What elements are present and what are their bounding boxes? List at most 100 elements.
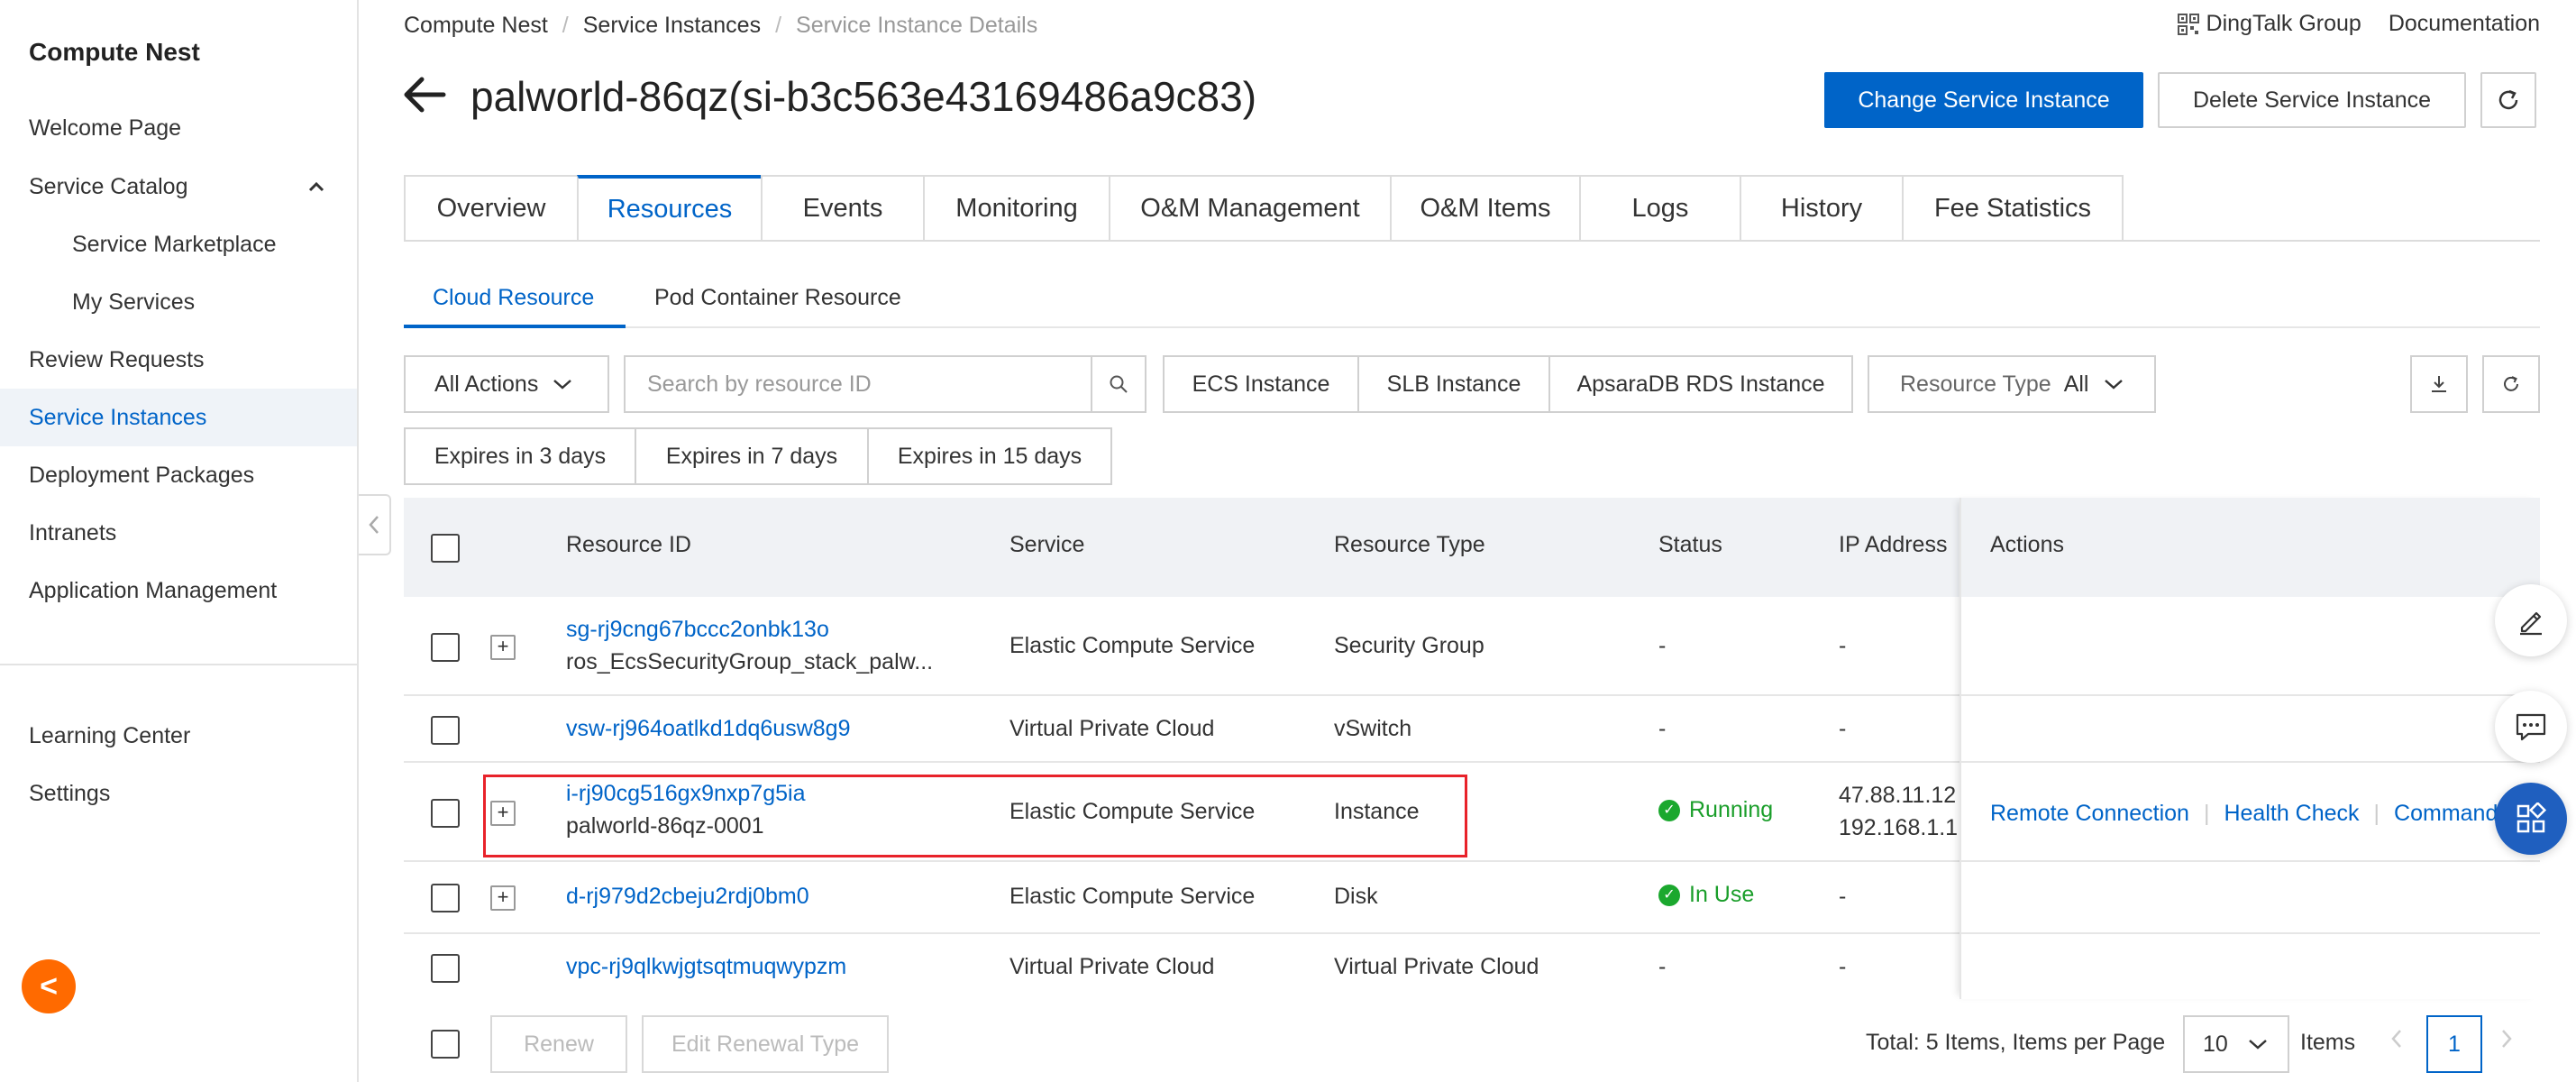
sidebar-item-settings[interactable]: Settings [0, 765, 357, 822]
tab-fee-statistics[interactable]: Fee Statistics [1902, 175, 2124, 242]
sidebar-item-service-marketplace[interactable]: Service Marketplace [0, 215, 357, 273]
collapse-sidebar-button[interactable]: < [22, 959, 76, 1013]
ip-address-cell: - [1839, 633, 1847, 658]
search-input[interactable] [624, 355, 1092, 413]
next-page-button[interactable] [2500, 1026, 2513, 1057]
chat-icon [2516, 713, 2546, 741]
sidebar-item-application-management[interactable]: Application Management [0, 562, 357, 619]
sidebar-item-service-catalog[interactable]: Service Catalog [0, 158, 357, 215]
service-cell: Virtual Private Cloud [1009, 954, 1215, 979]
filter-expires-7-days[interactable]: Expires in 7 days [635, 427, 869, 485]
filter-expires-15-days[interactable]: Expires in 15 days [867, 427, 1112, 485]
row-checkbox[interactable] [431, 633, 460, 662]
row-checkbox[interactable] [431, 799, 460, 828]
tab-om-items[interactable]: O&M Items [1390, 175, 1579, 242]
change-service-instance-button[interactable]: Change Service Instance [1824, 72, 2143, 128]
sidebar-item-service-instances[interactable]: Service Instances [0, 389, 357, 446]
select-all-footer-checkbox[interactable] [431, 1030, 460, 1059]
resource-id-link[interactable]: d-rj979d2cbeju2rdj0bm0 [566, 884, 809, 910]
column-header-service: Service [1009, 532, 1085, 557]
delete-service-instance-button[interactable]: Delete Service Instance [2158, 72, 2466, 128]
sidebar-item-deployment-packages[interactable]: Deployment Packages [0, 446, 357, 504]
filter-expires-3-days[interactable]: Expires in 3 days [404, 427, 636, 485]
service-cell: Elastic Compute Service [1009, 884, 1256, 909]
renew-button[interactable]: Renew [490, 1015, 627, 1073]
page-number-button[interactable]: 1 [2426, 1015, 2482, 1073]
tab-events[interactable]: Events [761, 175, 923, 242]
table-row: + d-rj979d2cbeju2rdj0bm0 Elastic Compute… [404, 862, 2540, 934]
tab-pod-container-resource[interactable]: Pod Container Resource [654, 285, 901, 311]
chevron-down-icon [2248, 1040, 2267, 1050]
sidebar-item-intranets[interactable]: Intranets [0, 504, 357, 562]
tab-logs[interactable]: Logs [1579, 175, 1740, 242]
chevron-down-icon [2104, 380, 2123, 390]
column-header-resource-type: Resource Type [1334, 532, 1485, 557]
ip-address-cell: - [1839, 884, 1847, 909]
expand-row-button[interactable]: + [490, 801, 516, 826]
edit-renewal-type-button[interactable]: Edit Renewal Type [642, 1015, 889, 1073]
refresh-icon [2504, 376, 2518, 391]
row-checkbox[interactable] [431, 716, 460, 745]
tab-history[interactable]: History [1740, 175, 1902, 242]
filter-ecs-instance[interactable]: ECS Instance [1163, 355, 1359, 413]
health-check-link[interactable]: Health Check [2224, 801, 2359, 826]
tab-cloud-resource[interactable]: Cloud Resource [433, 285, 594, 311]
ip-address-cell: - [1839, 954, 1847, 979]
documentation-link[interactable]: Documentation [2389, 11, 2540, 37]
breadcrumb-item[interactable]: Compute Nest [404, 13, 548, 38]
command-link[interactable]: Command [2394, 801, 2498, 826]
sidebar-item-review-requests[interactable]: Review Requests [0, 331, 357, 389]
sidebar-item-label: Deployment Packages [29, 463, 255, 488]
breadcrumb-item[interactable]: Service Instances [583, 13, 761, 38]
filter-slb-instance[interactable]: SLB Instance [1357, 355, 1550, 413]
prev-page-button[interactable] [2390, 1026, 2403, 1057]
apps-float-button[interactable] [2495, 783, 2567, 855]
table-row: + i-rj90cg516gx9nxp7g5ia palworld-86qz-0… [404, 763, 2540, 862]
dingtalk-group-link[interactable]: DingTalk Group [2177, 11, 2361, 37]
sidebar-toggle-button[interactable] [359, 494, 391, 555]
edit-float-button[interactable] [2495, 584, 2567, 656]
expand-row-button[interactable]: + [490, 635, 516, 660]
arrow-left-icon[interactable] [402, 76, 447, 114]
all-actions-dropdown[interactable]: All Actions [404, 355, 609, 413]
refresh-icon [2498, 89, 2518, 110]
status-cell: - [1658, 716, 1667, 741]
chevron-right-icon [2502, 1030, 2512, 1048]
sidebar: Compute Nest Welcome Page Service Catalo… [0, 0, 359, 1082]
filter-apsaradb-rds-instance[interactable]: ApsaraDB RDS Instance [1548, 355, 1853, 413]
chat-float-button[interactable] [2495, 691, 2567, 763]
expand-row-button[interactable]: + [490, 885, 516, 911]
page-size-select[interactable]: 10 [2183, 1015, 2289, 1073]
resource-id-link[interactable]: vpc-rj9qlkwjgtsqtmuqwypzm [566, 954, 846, 980]
download-button[interactable] [2410, 355, 2468, 413]
remote-connection-link[interactable]: Remote Connection [1990, 801, 2189, 826]
sidebar-item-my-services[interactable]: My Services [0, 273, 357, 331]
chevron-up-icon [308, 158, 324, 215]
table-row: vsw-rj964oatlkd1dq6usw8g9 Virtual Privat… [404, 696, 2540, 763]
status-label: Running [1689, 797, 1774, 822]
sidebar-item-welcome-page[interactable]: Welcome Page [0, 99, 357, 157]
app-title: Compute Nest [29, 38, 200, 66]
select-all-checkbox[interactable] [431, 534, 460, 563]
table-refresh-button[interactable] [2482, 355, 2540, 413]
row-actions: Remote Connection | Health Check | Command [1990, 801, 2540, 837]
row-checkbox[interactable] [431, 954, 460, 983]
sidebar-item-learning-center[interactable]: Learning Center [0, 707, 357, 765]
tab-resources[interactable]: Resources [577, 175, 761, 242]
search-button[interactable] [1091, 355, 1146, 413]
actions-separator: | [2373, 801, 2380, 826]
tab-om-management[interactable]: O&M Management [1109, 175, 1390, 242]
search-icon [1110, 375, 1128, 393]
actions-separator: | [2203, 801, 2210, 826]
resource-type-select[interactable]: Resource Type All [1868, 355, 2156, 413]
resource-id-link[interactable]: sg-rj9cng67bccc2onbk13o [566, 617, 829, 643]
resource-id-link[interactable]: vsw-rj964oatlkd1dq6usw8g9 [566, 716, 850, 742]
table-header: Resource ID Service Resource Type Status… [404, 498, 2540, 597]
row-checkbox[interactable] [431, 884, 460, 912]
sub-tabs-divider [404, 326, 2540, 328]
tab-monitoring[interactable]: Monitoring [923, 175, 1109, 242]
resource-id-link[interactable]: i-rj90cg516gx9nxp7g5ia [566, 781, 805, 807]
tab-overview[interactable]: Overview [404, 175, 577, 242]
refresh-button[interactable] [2480, 72, 2536, 128]
status-cell: ✓ In Use [1658, 882, 1754, 908]
